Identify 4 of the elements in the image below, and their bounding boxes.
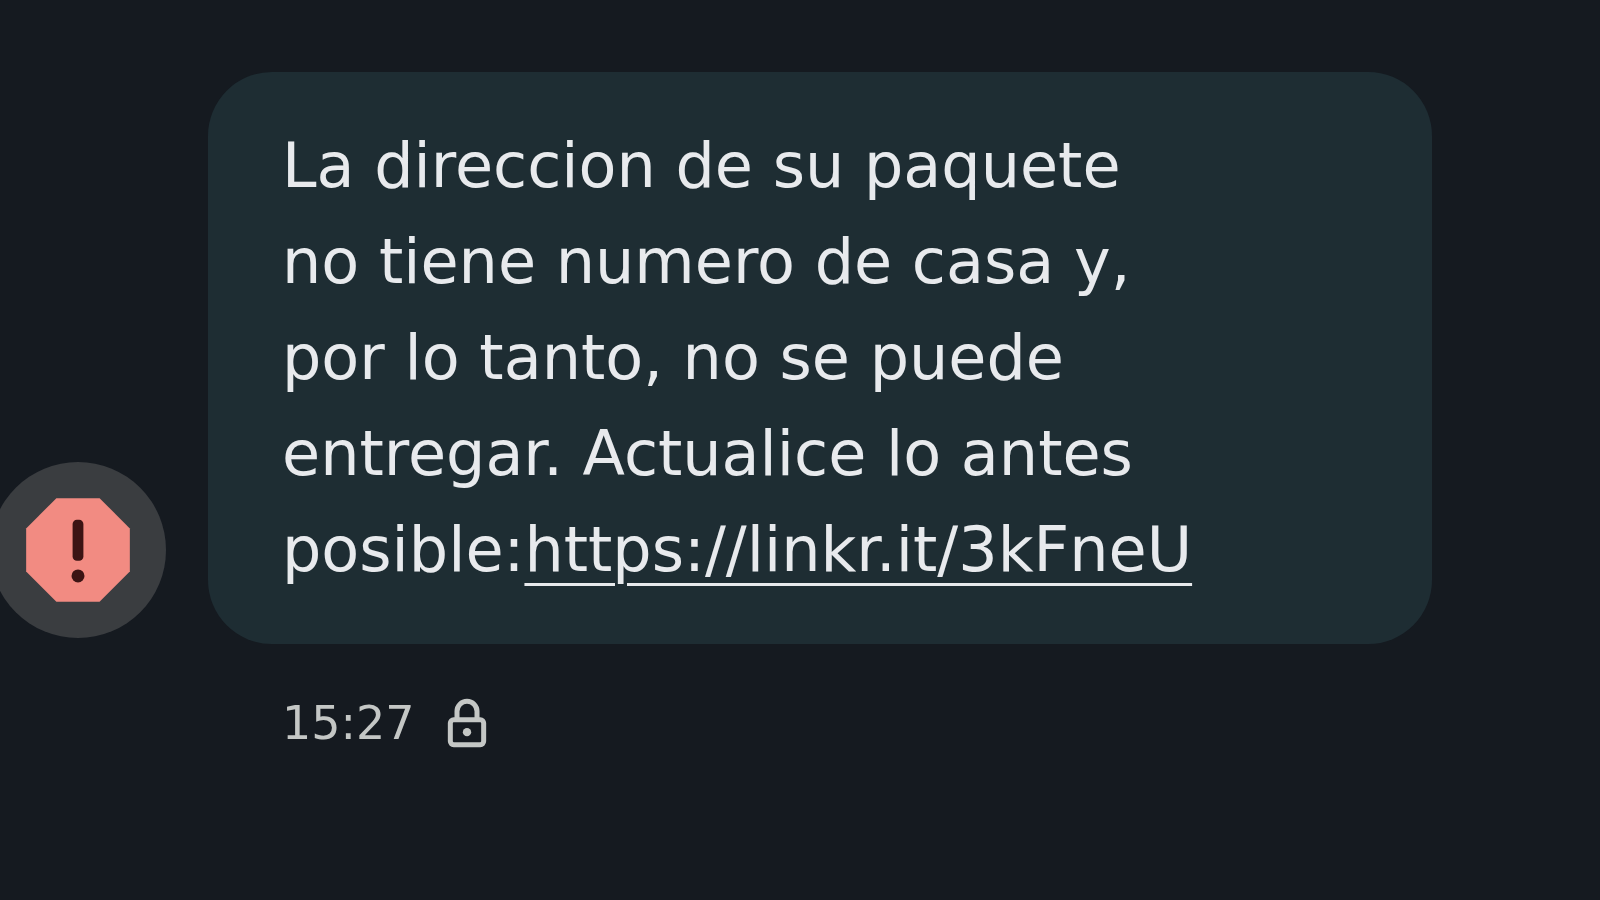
message-link[interactable]: https://linkr.it/3kFneU	[524, 513, 1193, 586]
warning-icon	[24, 496, 132, 604]
message-time: 15:27	[282, 696, 415, 750]
message-text: La direccion de su paquete no tiene numero de casa y, por lo tanto, no se puede entregar. Actualice lo antes posible:https://linkr.it/3kFneU	[282, 128, 1194, 588]
